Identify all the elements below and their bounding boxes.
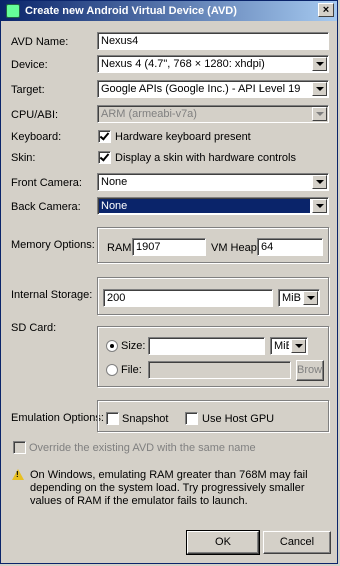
target-label: Target: [11,84,45,96]
sd-file-radio[interactable] [106,364,118,376]
front-camera-dropdown-button[interactable] [312,175,327,189]
sd-size-unit-select[interactable]: MiB [270,337,308,355]
sd-size-unit-dropdown-button[interactable] [291,339,306,353]
back-camera-value: None [99,199,310,213]
ok-button[interactable]: OK [186,530,260,555]
back-camera-dropdown-button[interactable] [312,199,327,213]
chevron-down-icon [307,296,315,300]
front-camera-value: None [101,176,128,188]
sd-size-label[interactable]: Size: [121,340,145,352]
keyboard-checkbox[interactable] [98,130,111,143]
front-camera-select[interactable]: None [97,173,329,191]
override-label[interactable]: Override the existing AVD with the same … [29,442,256,454]
skin-checkbox[interactable] [98,151,111,164]
keyboard-checkbox-label[interactable]: Hardware keyboard present [115,131,251,143]
front-camera-label: Front Camera: [11,177,82,189]
cpu-abi-label: CPU/ABI: [11,109,59,121]
close-button[interactable]: × [318,3,334,17]
sd-size-radio[interactable] [106,340,118,352]
sd-card-label: SD Card: [11,322,57,334]
sd-size-input[interactable] [148,337,265,355]
host-gpu-label[interactable]: Use Host GPU [202,413,274,425]
chevron-down-icon [316,112,324,116]
ram-label: RAM: [107,242,135,254]
avd-name-label: AVD Name: [11,36,69,48]
cpu-abi-value: ARM (armeabi-v7a) [101,108,197,120]
target-dropdown-button[interactable] [312,82,327,96]
avd-name-input[interactable]: Nexus4 [97,32,329,50]
android-app-icon [6,4,20,18]
memory-options-label: Memory Options: [11,239,95,251]
ram-input[interactable]: 1907 [132,238,206,256]
override-checkbox[interactable] [13,441,26,454]
chevron-down-icon [295,344,303,348]
internal-storage-unit-value: MiB [282,292,301,304]
chevron-down-icon [316,204,324,208]
cancel-button[interactable]: Cancel [263,531,331,554]
vm-heap-input[interactable]: 64 [257,238,323,256]
chevron-down-icon [316,180,324,184]
chevron-down-icon [316,87,324,91]
internal-storage-unit-dropdown-button[interactable] [303,291,318,305]
cpu-abi-select[interactable]: ARM (armeabi-v7a) [97,105,329,123]
skin-label: Skin: [11,152,36,164]
target-select[interactable]: Google APIs (Google Inc.) - API Level 19 [97,80,329,98]
chevron-down-icon [316,62,324,66]
back-camera-select[interactable]: None [97,197,329,215]
device-label: Device: [11,59,48,71]
internal-storage-input[interactable]: 200 [103,289,273,307]
device-select[interactable]: Nexus 4 (4.7", 768 × 1280: xhdpi) [97,55,329,73]
sd-file-input[interactable] [148,361,291,379]
target-value: Google APIs (Google Inc.) - API Level 19 [101,83,301,95]
back-camera-label: Back Camera: [11,201,81,213]
internal-storage-unit-select[interactable]: MiB [278,289,320,307]
sd-file-label[interactable]: File: [121,364,142,376]
skin-checkbox-label[interactable]: Display a skin with hardware controls [115,152,296,164]
device-value: Nexus 4 (4.7", 768 × 1280: xhdpi) [101,58,265,70]
device-dropdown-button[interactable] [312,57,327,71]
title-bar[interactable]: Create new Android Virtual Device (AVD) … [1,1,337,21]
host-gpu-checkbox[interactable] [185,412,198,425]
avd-dialog: Create new Android Virtual Device (AVD) … [0,0,338,564]
warning-icon [12,469,24,480]
browse-button[interactable]: Browse... [296,360,324,381]
keyboard-label: Keyboard: [11,131,62,143]
internal-storage-label: Internal Storage: [11,289,93,301]
emulation-options-label: Emulation Options: [11,412,104,424]
snapshot-label[interactable]: Snapshot [122,413,168,425]
snapshot-checkbox[interactable] [106,412,119,425]
vm-heap-label: VM Heap: [211,242,260,254]
warning-message: On Windows, emulating RAM greater than 7… [30,469,308,507]
sd-size-unit-value: MiB [274,340,289,352]
window-title: Create new Android Virtual Device (AVD) [25,5,237,17]
cpu-abi-dropdown-button[interactable] [312,107,327,121]
